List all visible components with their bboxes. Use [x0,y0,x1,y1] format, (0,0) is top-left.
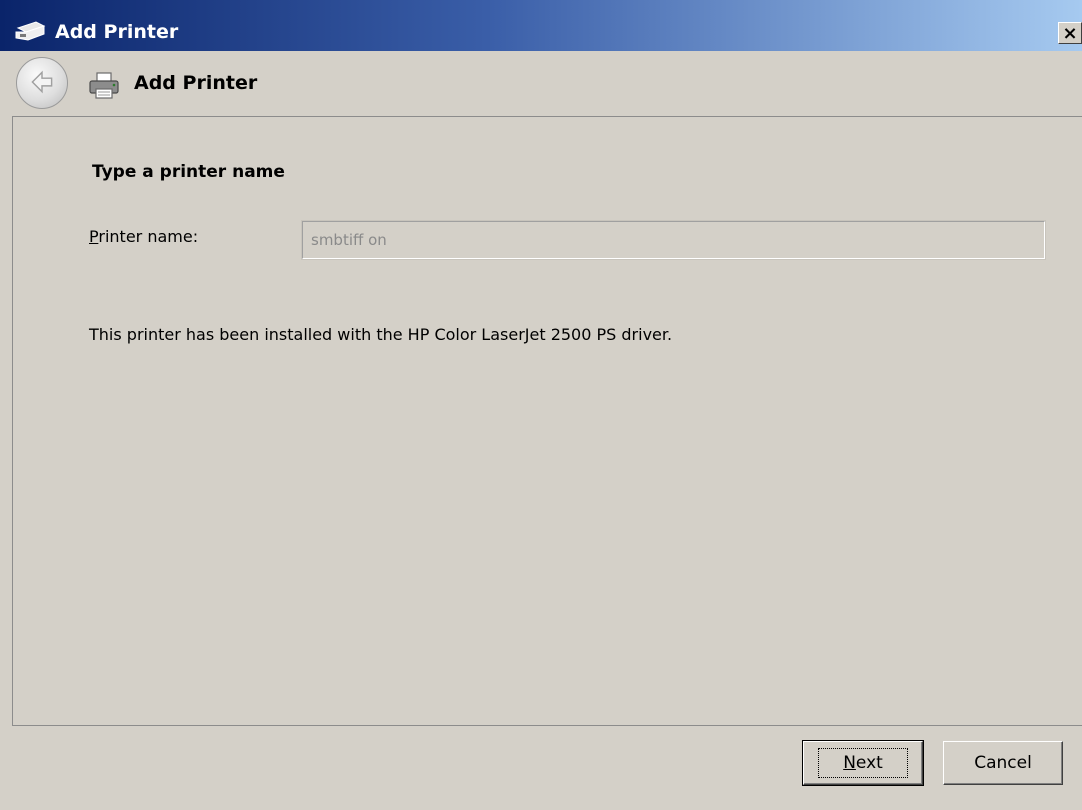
printer-name-label-rest: rinter name: [98,227,199,246]
next-mnemonic: N [843,753,856,773]
printer-name-input[interactable] [301,220,1046,260]
cancel-button-label: Cancel [974,753,1032,773]
back-arrow-icon [31,70,53,94]
close-icon: × [1062,22,1078,44]
add-printer-window: Add Printer × Add Printer Type a printer… [0,0,1082,810]
wizard-header: Add Printer [0,51,1082,116]
next-rest: ext [855,753,883,773]
printer-icon [89,72,119,99]
printer-icon [15,21,46,41]
printer-name-label-mnemonic: P [89,227,99,246]
page-title: Add Printer [134,72,258,94]
window-title: Add Printer [55,21,179,43]
content-panel: Type a printer name Printer name: This p… [12,116,1082,726]
cancel-button[interactable]: Cancel [943,741,1063,785]
driver-info-text: This printer has been installed with the… [89,325,673,344]
next-button[interactable]: Next [802,740,924,786]
printer-name-label: Printer name: [89,227,198,247]
back-button[interactable] [16,57,68,109]
next-button-label: Next [818,748,908,778]
section-heading: Type a printer name [92,162,285,182]
close-button[interactable]: × [1058,22,1082,44]
title-bar[interactable]: Add Printer × [0,0,1082,51]
